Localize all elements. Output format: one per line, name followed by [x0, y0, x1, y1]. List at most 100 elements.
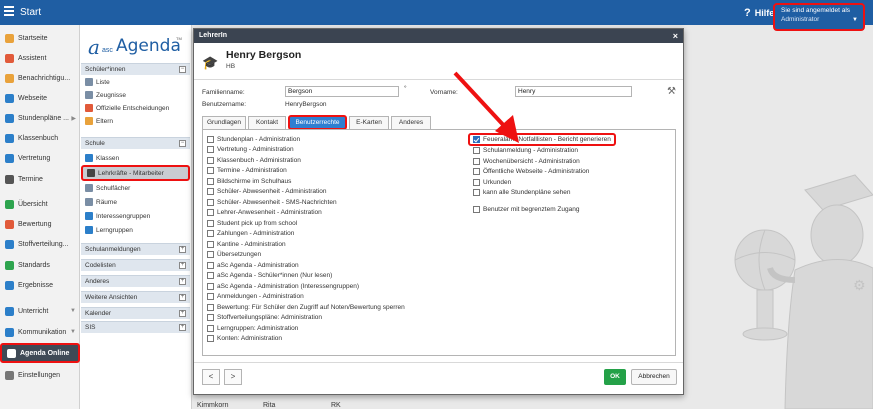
sidebar-item-timetable[interactable]: Stundenpläne ... ▶	[0, 108, 80, 128]
tools-icon[interactable]: ⚒	[667, 86, 676, 97]
checkbox[interactable]	[207, 188, 214, 195]
checkbox[interactable]	[207, 324, 214, 332]
tab-benutzerrechte[interactable]: Benutzerrechte	[288, 115, 347, 130]
checkbox[interactable]	[207, 209, 214, 216]
nav-list-item[interactable]: Interessengruppen	[81, 210, 190, 222]
nav-list-item[interactable]: Eltern	[81, 115, 190, 127]
permission-checkbox-row[interactable]: Wochenübersicht - Administration	[473, 156, 580, 166]
sidebar-item-grade[interactable]: Bewertung	[0, 214, 80, 234]
sidebar-item-book[interactable]: Klassenbuch	[0, 128, 80, 148]
permission-checkbox-row[interactable]: Bildschirme im Schulhaus	[207, 176, 291, 186]
section-header[interactable]: Schulanmeldungen +	[81, 243, 190, 255]
checkbox[interactable]	[207, 282, 214, 290]
checkbox[interactable]	[207, 177, 214, 185]
tab-e-karten[interactable]: E-Karten	[349, 116, 389, 129]
permission-checkbox-row[interactable]: Urkunden	[473, 177, 511, 187]
permission-checkbox-row[interactable]: aSc Agenda - Schüler*innen (Nur lesen)	[207, 271, 332, 281]
nav-list-item[interactable]: Liste	[81, 76, 190, 88]
tab-grundlagen[interactable]: Grundlagen	[202, 116, 246, 129]
permission-checkbox-row[interactable]: Termine - Administration	[207, 166, 287, 176]
checkbox[interactable]	[207, 314, 214, 321]
permission-checkbox-row[interactable]: Übersetzungen	[207, 250, 261, 260]
permission-checkbox-row[interactable]: Stundenplan - Administration	[207, 134, 300, 144]
user-menu[interactable]: Sie sind angemeldet als Administrator ▼	[773, 3, 865, 31]
sidebar-item-mail[interactable]: Benachrichtigu...	[0, 68, 80, 88]
close-icon[interactable]: ×	[673, 29, 678, 43]
tab-anderes[interactable]: Anderes	[391, 116, 431, 129]
expand-toggle-icon[interactable]: +	[179, 324, 186, 331]
permission-checkbox-row[interactable]: Zahlungen - Administration	[207, 229, 294, 239]
checkbox[interactable]	[473, 157, 480, 165]
checkbox[interactable]	[207, 219, 214, 227]
firstname-field[interactable]: Henry	[515, 86, 632, 97]
sidebar-item-wand[interactable]: Assistent	[0, 48, 80, 68]
help-link[interactable]: ? Hilfe	[744, 7, 774, 19]
permission-checkbox-row[interactable]: Öffentliche Webseite - Administration	[473, 167, 589, 177]
checkbox[interactable]	[207, 303, 214, 311]
nav-list-item[interactable]: Räume	[81, 196, 190, 208]
checkbox[interactable]	[473, 168, 480, 175]
expand-toggle-icon[interactable]: +	[179, 294, 186, 301]
permission-checkbox-row[interactable]: Lerngruppen: Administration	[207, 323, 298, 333]
sidebar-item-shield[interactable]: Standards	[0, 255, 80, 275]
nav-list-item[interactable]: Offizielle Entscheidungen	[81, 102, 190, 114]
checkbox[interactable]	[207, 251, 214, 258]
permission-checkbox-row[interactable]: Konten: Administration	[207, 334, 282, 344]
sidebar-item-overview[interactable]: Übersicht	[0, 194, 80, 214]
sidebar-item-home[interactable]: Startseite	[0, 28, 80, 48]
permission-checkbox-row[interactable]: aSc Agenda - Administration	[207, 260, 299, 270]
expand-toggle-icon[interactable]: +	[179, 310, 186, 317]
expand-toggle-icon[interactable]: −	[179, 66, 186, 73]
checkbox[interactable]	[207, 230, 214, 237]
section-header[interactable]: SIS +	[81, 321, 190, 333]
sidebar-item-gear[interactable]: Einstellungen	[0, 365, 80, 385]
nav-list-item[interactable]: Lerngruppen	[81, 224, 190, 236]
hamburger-menu-icon[interactable]	[4, 6, 14, 18]
checkbox[interactable]	[207, 240, 214, 248]
previous-button[interactable]: <	[202, 369, 220, 385]
sidebar-item-globe[interactable]: Webseite	[0, 88, 80, 108]
permission-checkbox-row[interactable]: Kantine - Administration	[207, 239, 286, 249]
checkbox[interactable]	[207, 146, 214, 153]
permission-checkbox-row[interactable]: Lehrer-Anwesenheit - Administration	[207, 208, 322, 218]
checkbox[interactable]	[207, 272, 214, 279]
section-header[interactable]: Schule −	[81, 137, 190, 149]
section-header[interactable]: Schüler*innen −	[81, 63, 190, 75]
checkbox[interactable]	[207, 261, 214, 269]
section-header[interactable]: Kalender +	[81, 307, 190, 319]
lastname-field[interactable]: Bergson	[285, 86, 399, 97]
sidebar-item-curriculum[interactable]: Stoffverteilung...	[0, 234, 80, 254]
section-header[interactable]: Anderes +	[81, 275, 190, 287]
ok-button[interactable]: OK	[604, 369, 626, 385]
checkbox[interactable]	[473, 189, 480, 196]
checkbox[interactable]	[207, 135, 214, 143]
checkbox[interactable]	[207, 167, 214, 174]
next-button[interactable]: >	[224, 369, 242, 385]
sidebar-item-agenda[interactable]: Agenda Online	[0, 343, 80, 363]
nav-list-item[interactable]: Klassen	[81, 152, 190, 164]
permission-checkbox-row[interactable]: aSc Agenda - Administration (Interesseng…	[207, 281, 359, 291]
nav-list-item[interactable]: Zeugnisse	[81, 89, 190, 101]
permission-checkbox-row[interactable]: Schüler- Abwesenheit - Administration	[207, 187, 326, 197]
permission-checkbox-row[interactable]: Vertretung - Administration	[207, 145, 294, 155]
permission-checkbox-row[interactable]: Stoffverteilungspläne: Administration	[207, 313, 322, 323]
expand-toggle-icon[interactable]: −	[179, 140, 186, 147]
checkbox[interactable]	[473, 178, 480, 186]
sidebar-item-results[interactable]: Ergebnisse	[0, 275, 80, 295]
tab-kontakt[interactable]: Kontakt	[248, 116, 286, 129]
sidebar-item-lesson[interactable]: Unterricht ▼	[0, 301, 80, 321]
sidebar-item-calendar[interactable]: Termine	[0, 169, 80, 189]
expand-toggle-icon[interactable]: +	[179, 246, 186, 253]
checkbox[interactable]	[207, 198, 214, 206]
expand-toggle-icon[interactable]: +	[179, 278, 186, 285]
permission-checkbox-row[interactable]: Student pick up from school	[207, 218, 297, 228]
nav-list-item[interactable]: Lehrkräfte - Mitarbeiter	[81, 165, 190, 181]
expand-toggle-icon[interactable]: +	[179, 262, 186, 269]
cancel-button[interactable]: Abbrechen	[631, 369, 677, 385]
sidebar-item-chat[interactable]: Kommunikation ▼	[0, 322, 80, 342]
permission-checkbox-row[interactable]: Benutzer mit begrenztem Zugang	[473, 204, 579, 214]
permission-checkbox-row[interactable]: Anmeldungen - Administration	[207, 292, 304, 302]
permission-checkbox-row[interactable]: Bewertung: Für Schüler den Zugriff auf N…	[207, 302, 405, 312]
checkbox[interactable]	[473, 205, 480, 213]
permission-checkbox-row[interactable]: Schüler- Abwesenheit - SMS-Nachrichten	[207, 197, 337, 207]
